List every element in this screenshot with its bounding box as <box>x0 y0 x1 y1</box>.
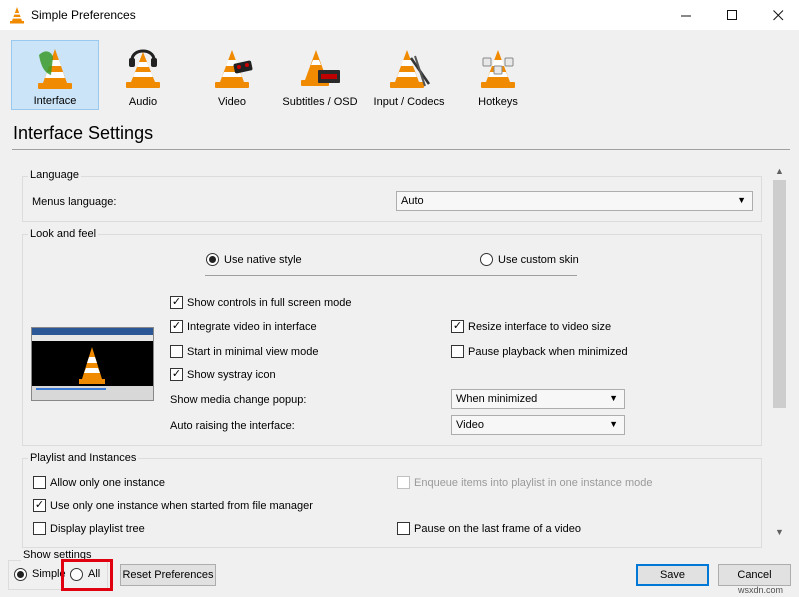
media-popup-value: When minimized <box>456 393 538 405</box>
integrate-video-checkbox[interactable]: ✓ <box>170 320 183 333</box>
maximize-icon <box>726 9 737 20</box>
minimize-icon <box>680 15 691 16</box>
category-label-video: Video <box>218 96 246 108</box>
minimal-view-label: Start in minimal view mode <box>187 346 319 358</box>
auto-raise-select[interactable]: Video ▼ <box>451 415 625 435</box>
category-interface[interactable]: Interface <box>11 40 99 110</box>
preview-menubar <box>32 335 153 341</box>
scroll-up-icon[interactable]: ▲ <box>771 162 788 179</box>
category-label-interface: Interface <box>33 95 77 107</box>
save-label: Save <box>659 569 686 581</box>
fullscreen-controls-label: Show controls in full screen mode <box>187 297 352 309</box>
media-popup-label: Show media change popup: <box>170 394 307 406</box>
pause-minimized-checkbox[interactable] <box>451 345 464 358</box>
category-subtitles-osd[interactable]: Subtitles / OSD <box>276 40 364 110</box>
chevron-down-icon: ▼ <box>737 195 746 205</box>
audio-cone-headphones-icon <box>126 49 160 88</box>
category-label-hotkeys: Hotkeys <box>478 96 518 108</box>
category-video[interactable]: Video <box>188 40 276 110</box>
file-manager-label: Use only one instance when started from … <box>50 500 313 512</box>
playlist-tree-label: Display playlist tree <box>50 523 145 535</box>
subtitles-cone-icon <box>301 50 340 86</box>
title-divider <box>12 149 790 150</box>
highlight-annotation-box <box>61 559 113 591</box>
maximize-button[interactable] <box>709 0 755 30</box>
integrate-video-label: Integrate video in interface <box>187 321 317 333</box>
chevron-down-icon: ▼ <box>609 393 618 403</box>
menus-language-select[interactable]: Auto ▼ <box>396 191 753 211</box>
category-audio[interactable]: Audio <box>99 40 187 110</box>
resize-interface-checkbox[interactable]: ✓ <box>451 320 464 333</box>
category-label-input-codecs: Input / Codecs <box>373 96 445 108</box>
pause-last-frame-checkbox[interactable] <box>397 522 410 535</box>
menus-language-label: Menus language: <box>32 196 117 208</box>
scroll-down-icon[interactable]: ▼ <box>771 523 788 540</box>
resize-interface-label: Resize interface to video size <box>468 321 612 333</box>
category-hotkeys[interactable]: Hotkeys <box>454 40 542 110</box>
look-and-feel-group-title: Look and feel <box>28 228 99 240</box>
scrollbar-thumb[interactable] <box>773 180 786 408</box>
cancel-button[interactable]: Cancel <box>718 564 791 586</box>
reset-preferences-label: Reset Preferences <box>122 569 214 581</box>
chevron-down-icon: ▼ <box>609 419 618 429</box>
category-label-subtitles-osd: Subtitles / OSD <box>282 96 358 108</box>
skin-divider <box>205 275 577 276</box>
systray-checkbox[interactable]: ✓ <box>170 368 183 381</box>
pause-last-frame-label: Pause on the last frame of a video <box>414 523 581 535</box>
interface-cone-icon <box>38 49 72 89</box>
enqueue-checkbox[interactable] <box>397 476 410 489</box>
pause-minimized-label: Pause playback when minimized <box>468 346 628 358</box>
preview-controls <box>32 386 153 400</box>
watermark-text: wsxdn.com <box>738 585 784 595</box>
category-toolbar: Interface Audio Video Subtitles / OSD In… <box>0 30 799 115</box>
playlist-group-title: Playlist and Instances <box>28 452 139 464</box>
save-button[interactable]: Save <box>636 564 709 586</box>
category-input-codecs[interactable]: Input / Codecs <box>365 40 453 110</box>
auto-raise-label: Auto raising the interface: <box>170 420 295 432</box>
video-cone-glasses-icon <box>215 50 253 88</box>
minimal-view-checkbox[interactable] <box>170 345 183 358</box>
media-popup-select[interactable]: When minimized ▼ <box>451 389 625 409</box>
preview-titlebar <box>32 328 153 335</box>
hotkeys-cone-icon <box>481 50 515 88</box>
language-group-title: Language <box>28 169 81 181</box>
simple-settings-radio[interactable] <box>14 568 27 581</box>
native-style-label: Use native style <box>224 254 302 266</box>
auto-raise-value: Video <box>456 419 484 431</box>
one-instance-checkbox[interactable] <box>33 476 46 489</box>
page-title: Interface Settings <box>13 123 154 143</box>
vlc-app-icon <box>10 7 24 24</box>
native-style-radio[interactable] <box>206 253 219 266</box>
category-label-audio: Audio <box>128 96 158 108</box>
close-icon <box>772 9 783 20</box>
custom-skin-label: Use custom skin <box>498 254 579 266</box>
one-instance-label: Allow only one instance <box>50 477 165 489</box>
title-bar: Simple Preferences <box>0 0 799 30</box>
file-manager-checkbox[interactable]: ✓ <box>33 499 46 512</box>
reset-preferences-button[interactable]: Reset Preferences <box>120 564 216 586</box>
window-title: Simple Preferences <box>31 8 136 22</box>
playlist-tree-checkbox[interactable] <box>33 522 46 535</box>
systray-label: Show systray icon <box>187 369 276 381</box>
input-codecs-cone-icon <box>390 50 431 88</box>
cancel-label: Cancel <box>737 569 772 581</box>
vertical-scrollbar[interactable]: ▲ ▼ <box>771 162 788 540</box>
fullscreen-controls-checkbox[interactable]: ✓ <box>170 296 183 309</box>
minimize-button[interactable] <box>663 0 709 30</box>
preview-vlc-cone-icon <box>79 347 105 384</box>
interface-preview-image <box>31 327 154 401</box>
custom-skin-radio[interactable] <box>480 253 493 266</box>
close-button[interactable] <box>755 0 799 30</box>
enqueue-label: Enqueue items into playlist in one insta… <box>414 477 653 489</box>
menus-language-value: Auto <box>401 195 424 207</box>
